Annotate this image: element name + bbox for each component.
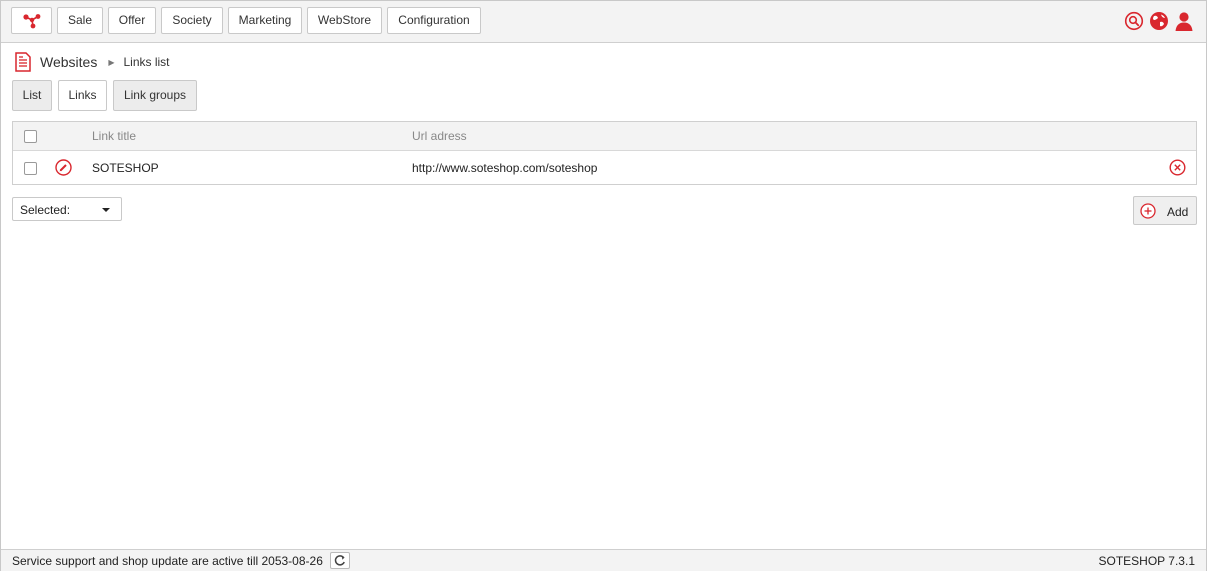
menu-sale[interactable]: Sale: [57, 7, 103, 34]
breadcrumb-separator-icon: ▶: [108, 57, 115, 67]
refresh-button[interactable]: [330, 552, 350, 569]
menu-configuration[interactable]: Configuration: [387, 7, 481, 34]
selected-actions-dropdown[interactable]: Selected:: [12, 197, 122, 221]
support-status-text: Service support and shop update are acti…: [12, 554, 323, 568]
chevron-down-icon: [102, 208, 110, 212]
delete-icon[interactable]: [1169, 159, 1186, 176]
user-icon[interactable]: [1174, 11, 1194, 31]
add-link-button[interactable]: Add: [1133, 196, 1197, 225]
selected-actions-label: Selected:: [20, 203, 71, 217]
edit-icon[interactable]: [55, 159, 72, 176]
table-row: SOTESHOP http://www.soteshop.com/sotesho…: [13, 151, 1196, 184]
version-label: SOTESHOP 7.3.1: [1098, 554, 1196, 568]
link-title-cell: SOTESHOP: [92, 161, 159, 175]
tab-links[interactable]: Links: [58, 80, 107, 111]
soteshop-logo-icon: [22, 14, 40, 29]
menu-society[interactable]: Society: [161, 7, 223, 34]
column-header-link-title[interactable]: Link title: [92, 129, 136, 143]
document-icon: [15, 52, 31, 72]
breadcrumb: Websites ▶ Links list: [15, 52, 170, 72]
top-right-icons: [1124, 11, 1194, 31]
menu-offer[interactable]: Offer: [108, 7, 156, 34]
logo-button[interactable]: [11, 7, 52, 34]
menu-marketing[interactable]: Marketing: [228, 7, 302, 34]
add-button-label: Add: [1167, 205, 1189, 219]
links-table: Link title Url adress SOTESHOP http://ww…: [12, 121, 1197, 185]
table-header: Link title Url adress: [13, 122, 1196, 151]
tab-list[interactable]: List: [12, 80, 52, 111]
globe-icon[interactable]: [1149, 11, 1169, 31]
column-header-url-address[interactable]: Url adress: [412, 129, 467, 143]
refresh-icon: [334, 555, 345, 566]
select-all-checkbox[interactable]: [24, 130, 37, 143]
top-navigation-bar: Sale Offer Society Marketing WebStore Co…: [1, 1, 1206, 43]
add-icon: [1140, 203, 1156, 219]
search-icon[interactable]: [1124, 11, 1144, 31]
status-footer: Service support and shop update are acti…: [1, 549, 1206, 571]
url-cell: http://www.soteshop.com/soteshop: [412, 161, 598, 175]
breadcrumb-current: Links list: [123, 55, 170, 69]
breadcrumb-root[interactable]: Websites: [40, 54, 97, 70]
menu-webstore[interactable]: WebStore: [307, 7, 382, 34]
row-checkbox[interactable]: [24, 162, 37, 175]
app-window: Sale Offer Society Marketing WebStore Co…: [0, 0, 1207, 571]
tab-link-groups[interactable]: Link groups: [113, 80, 197, 111]
